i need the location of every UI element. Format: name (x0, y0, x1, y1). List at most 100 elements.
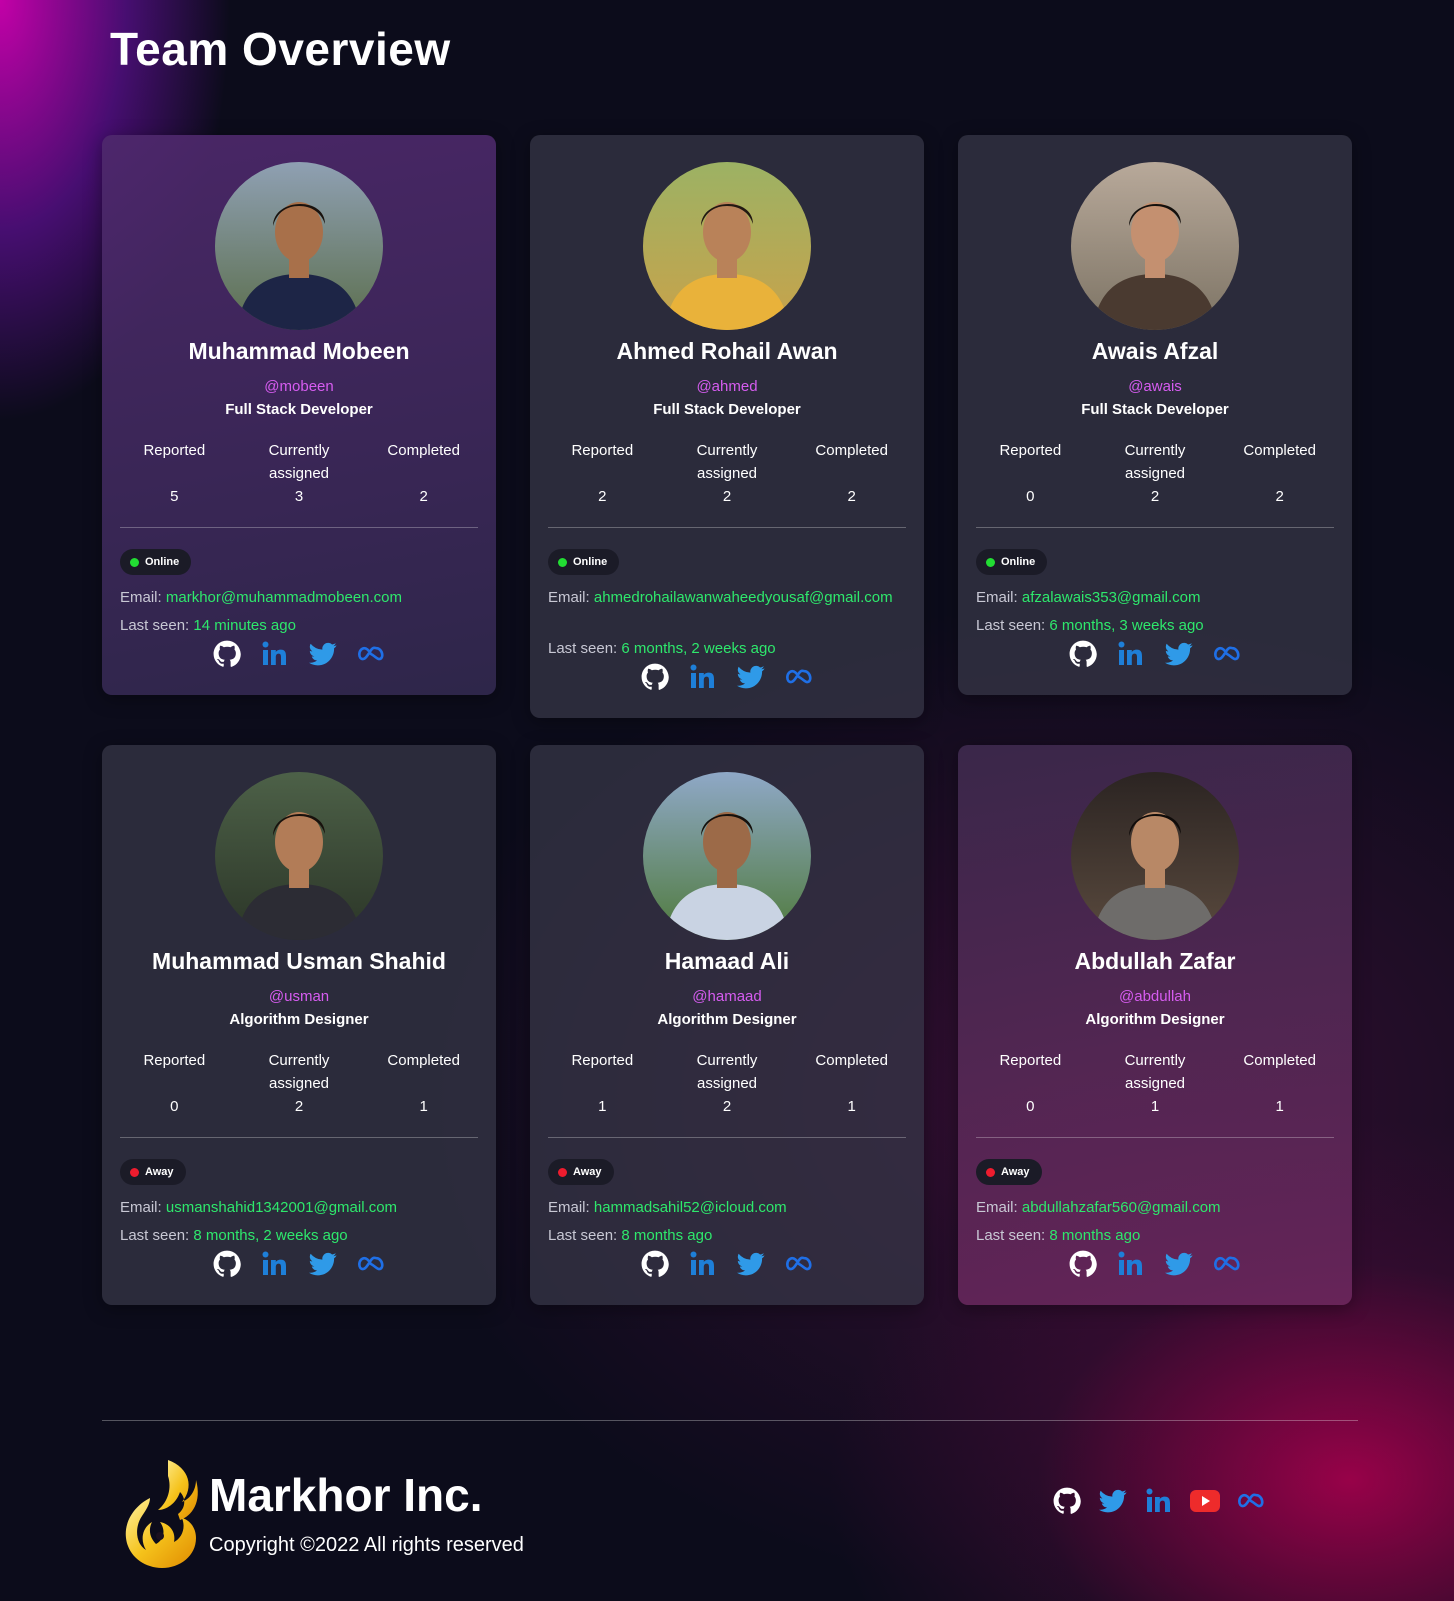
stat-assigned: Currently assigned 2 (665, 1049, 790, 1118)
meta-icon[interactable] (1212, 1249, 1242, 1279)
avatar (215, 162, 383, 330)
email-link[interactable]: ahmedrohailawanwaheedyousaf@gmail.com (594, 589, 893, 606)
linkedin-icon[interactable] (1144, 1486, 1174, 1516)
status-label: Online (145, 556, 180, 568)
twitter-icon[interactable] (308, 1249, 338, 1279)
twitter-icon[interactable] (1164, 639, 1194, 669)
email-link[interactable]: abdullahzafar560@gmail.com (1022, 1199, 1221, 1216)
stat-label: Currently assigned (1124, 442, 1186, 482)
github-icon[interactable] (1052, 1486, 1082, 1516)
stat-value: 1 (1275, 1098, 1284, 1115)
twitter-icon[interactable] (308, 639, 338, 669)
stat-completed: Completed 2 (361, 439, 486, 508)
last-seen-line: Last seen: 8 months ago (548, 1227, 712, 1244)
email-label: Email: (548, 1199, 590, 1216)
stat-reported: Reported 0 (112, 1049, 237, 1118)
avatar (643, 772, 811, 940)
member-card-hamaad: Hamaad Ali @hamaad Algorithm Designer Re… (530, 745, 924, 1305)
markhor-logo[interactable] (120, 1458, 202, 1570)
github-icon[interactable] (212, 1249, 242, 1279)
email-link[interactable]: hammadsahil52@icloud.com (594, 1199, 787, 1216)
email-line: Email: hammadsahil52@icloud.com (548, 1196, 906, 1219)
linkedin-icon[interactable] (688, 1249, 718, 1279)
stat-value: 0 (1026, 1098, 1035, 1115)
stats-row: Reported 2 Currently assigned 2 Complete… (540, 439, 914, 508)
last-seen-line: Last seen: 8 months ago (976, 1227, 1140, 1244)
stats-row: Reported 0 Currently assigned 2 Complete… (968, 439, 1342, 508)
member-role: Algorithm Designer (229, 1011, 369, 1028)
member-role: Full Stack Developer (1081, 401, 1229, 418)
stat-label: Completed (387, 1052, 460, 1069)
card-divider (548, 1137, 906, 1138)
stat-value: 0 (1026, 488, 1035, 505)
meta-icon[interactable] (1212, 639, 1242, 669)
status-dot (558, 557, 567, 567)
github-icon[interactable] (1068, 1249, 1098, 1279)
email-link[interactable]: usmanshahid1342001@gmail.com (166, 1199, 397, 1216)
last-seen-label: Last seen: (120, 617, 190, 634)
meta-icon[interactable] (784, 662, 814, 692)
last-seen-line: Last seen: 6 months, 3 weeks ago (976, 617, 1204, 634)
email-link[interactable]: markhor@muhammadmobeen.com (166, 589, 402, 606)
last-seen-label: Last seen: (976, 617, 1046, 634)
twitter-icon[interactable] (736, 1249, 766, 1279)
stat-value: 2 (598, 488, 607, 505)
twitter-icon[interactable] (1164, 1249, 1194, 1279)
linkedin-icon[interactable] (260, 1249, 290, 1279)
stats-row: Reported 5 Currently assigned 3 Complete… (112, 439, 486, 508)
card-divider (976, 1137, 1334, 1138)
stat-reported: Reported 5 (112, 439, 237, 508)
stat-assigned: Currently assigned 1 (1093, 1049, 1218, 1118)
stat-label: Currently assigned (268, 442, 330, 482)
meta-icon[interactable] (1236, 1486, 1266, 1516)
email-label: Email: (976, 589, 1018, 606)
avatar (643, 162, 811, 330)
stat-reported: Reported 2 (540, 439, 665, 508)
twitter-icon[interactable] (736, 662, 766, 692)
meta-icon[interactable] (784, 1249, 814, 1279)
stat-label: Currently assigned (696, 442, 758, 482)
youtube-icon[interactable] (1190, 1486, 1220, 1516)
last-seen-line: Last seen: 14 minutes ago (120, 617, 296, 634)
member-name: Muhammad Mobeen (188, 338, 410, 364)
member-card-awais: Awais Afzal @awais Full Stack Developer … (958, 135, 1352, 695)
member-handle: @abdullah (1119, 988, 1191, 1005)
meta-icon[interactable] (356, 639, 386, 669)
stat-assigned: Currently assigned 2 (665, 439, 790, 508)
status-dot (130, 557, 139, 567)
email-label: Email: (976, 1199, 1018, 1216)
github-icon[interactable] (640, 1249, 670, 1279)
status-badge: Away (548, 1159, 614, 1185)
github-icon[interactable] (212, 639, 242, 669)
page-title: Team Overview (110, 23, 451, 75)
twitter-icon[interactable] (1098, 1486, 1128, 1516)
linkedin-icon[interactable] (688, 662, 718, 692)
linkedin-icon[interactable] (260, 639, 290, 669)
github-icon[interactable] (640, 662, 670, 692)
avatar (215, 772, 383, 940)
stat-reported: Reported 0 (968, 439, 1093, 508)
stat-completed: Completed 1 (361, 1049, 486, 1118)
status-label: Online (573, 556, 608, 568)
linkedin-icon[interactable] (1116, 1249, 1146, 1279)
avatar (1071, 772, 1239, 940)
meta-icon[interactable] (356, 1249, 386, 1279)
member-role: Full Stack Developer (653, 401, 801, 418)
member-role: Algorithm Designer (657, 1011, 797, 1028)
email-link[interactable]: afzalawais353@gmail.com (1022, 589, 1201, 606)
member-socials (958, 639, 1352, 669)
stat-label: Currently assigned (268, 1052, 330, 1092)
last-seen-value: 8 months ago (1049, 1227, 1141, 1244)
member-card-mobeen: Muhammad Mobeen @mobeen Full Stack Devel… (102, 135, 496, 695)
linkedin-icon[interactable] (1116, 639, 1146, 669)
stats-row: Reported 0 Currently assigned 1 Complete… (968, 1049, 1342, 1118)
stat-label: Completed (1243, 1052, 1316, 1069)
status-dot (558, 1167, 567, 1177)
footer-socials (1052, 1486, 1266, 1516)
member-handle: @ahmed (696, 378, 758, 395)
last-seen-label: Last seen: (976, 1227, 1046, 1244)
github-icon[interactable] (1068, 639, 1098, 669)
stat-label: Reported (999, 442, 1062, 459)
member-role: Algorithm Designer (1085, 1011, 1225, 1028)
stat-completed: Completed 2 (1217, 439, 1342, 508)
